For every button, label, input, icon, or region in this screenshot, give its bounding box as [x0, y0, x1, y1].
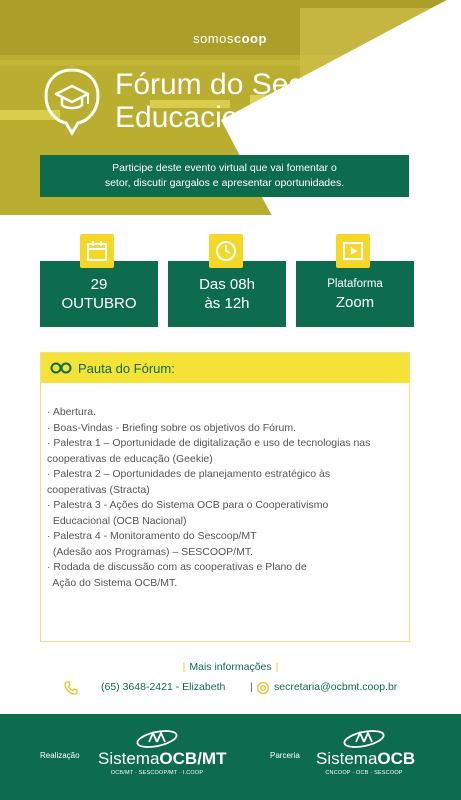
ocb-swoosh-icon — [343, 730, 385, 748]
somoscoop-suffix: coop — [233, 31, 267, 46]
agenda-item: · Palestra 3 - Ações do Sistema OCB para… — [47, 499, 329, 511]
time-card: Das 08h às 12h — [168, 261, 286, 327]
platform-card: Plataforma Zoom — [296, 261, 414, 327]
phone-link[interactable]: (65) 3648-2421 - Elizabeth — [101, 681, 225, 693]
agenda-item: · Palestra 1 – Oportunidade de digitaliz… — [47, 437, 371, 449]
platform-label: Plataforma — [327, 278, 383, 290]
platform-name: Zoom — [335, 294, 375, 311]
agenda-item: · Boas-Vindas - Briefing sobre os objeti… — [47, 421, 297, 434]
logo1-sub: OCB/MT · SESCOOP/MT · I.COOP — [110, 770, 204, 776]
date-month: OUTUBRO — [61, 295, 137, 312]
phone-icon — [64, 681, 78, 695]
logo1-name: SistemaOCB/MT — [98, 749, 226, 768]
logo2-sub: CNCOOP · OCB · SESCOOP — [325, 770, 403, 776]
time-end: às 12h — [204, 295, 250, 312]
agenda-box: Pauta do Fórum: · Abertura. · Boas-Vinda… — [40, 352, 410, 642]
agenda-item: cooperativas de educação (Geekie) — [47, 452, 213, 465]
logo1-name-prefix: Sistema — [98, 749, 160, 768]
somoscoop-logo: somoscoop — [180, 31, 280, 46]
event-title: Fórum do Segmento Educacional — [115, 68, 388, 134]
logo2-name-bold: OCB — [377, 749, 416, 768]
time-start: Das 08h — [199, 276, 255, 293]
realizacao-label: Realização — [40, 751, 80, 760]
agenda-item: · Palestra 4 - Monitoramento do Sescoop/… — [47, 530, 257, 542]
agenda-list: · Abertura. · Boas-Vindas - Briefing sob… — [41, 383, 409, 591]
footer: Realização SistemaOCB/MT OCB/MT · SESCOO… — [0, 714, 461, 800]
agenda-title: Pauta do Fórum: — [78, 360, 175, 376]
agenda-item: Ação do Sistema OCB/MT. — [47, 576, 178, 589]
contact-separator: | — [250, 681, 253, 693]
event-title-line1: Fórum do Segmento — [115, 68, 389, 101]
logo2-name: SistemaOCB — [316, 749, 416, 768]
event-subtitle-line1: Participe deste evento virtual que vai f… — [112, 162, 337, 174]
agenda-item: · Rodada de discussão com as cooperativa… — [47, 561, 307, 573]
email-at-icon — [256, 681, 270, 695]
more-info-right-bar: | — [275, 661, 279, 673]
agenda-item: (Adesão aos Programas) – SESCOOP/MT. — [47, 545, 253, 558]
sistema-ocb-logo: SistemaOCB CNCOOP · OCB · SESCOOP — [316, 728, 416, 777]
more-info-left-bar: | — [182, 661, 186, 673]
parceria-label: Parceria — [270, 751, 300, 760]
somoscoop-prefix: somos — [193, 31, 234, 46]
agenda-item: Educacional (OCB Nacional) — [47, 514, 187, 527]
play-icon — [336, 234, 370, 268]
graduation-cap-chat-icon — [44, 68, 100, 136]
more-info: | Mais informações | — [0, 661, 461, 673]
event-subtitle-line2: setor, discutir gargalos e apresentar op… — [104, 177, 345, 189]
agenda-item: · Palestra 2 – Oportunidades de planejam… — [47, 468, 331, 480]
infinity-icon — [50, 362, 72, 374]
ocb-swoosh-icon — [136, 730, 178, 748]
event-title-line2: Educacional — [115, 101, 279, 134]
clock-icon — [209, 234, 243, 268]
agenda-item: · Abertura. — [47, 406, 97, 418]
logo1-name-bold: OCB/MT — [159, 749, 227, 768]
agenda-header: Pauta do Fórum: — [41, 353, 409, 383]
email-link[interactable]: secretaria@ocbmt.coop.br — [274, 681, 397, 693]
logo2-name-prefix: Sistema — [316, 749, 378, 768]
event-subtitle: Participe deste evento virtual que vai f… — [40, 155, 409, 197]
calendar-icon — [80, 234, 114, 268]
agenda-item: cooperativas (Stracta) — [47, 483, 150, 496]
sistema-ocb-mt-logo: SistemaOCB/MT OCB/MT · SESCOOP/MT · I.CO… — [98, 728, 226, 777]
date-card: 29 OUTUBRO — [40, 261, 158, 327]
more-info-label: Mais informações — [189, 661, 272, 673]
date-day: 29 — [90, 276, 108, 293]
